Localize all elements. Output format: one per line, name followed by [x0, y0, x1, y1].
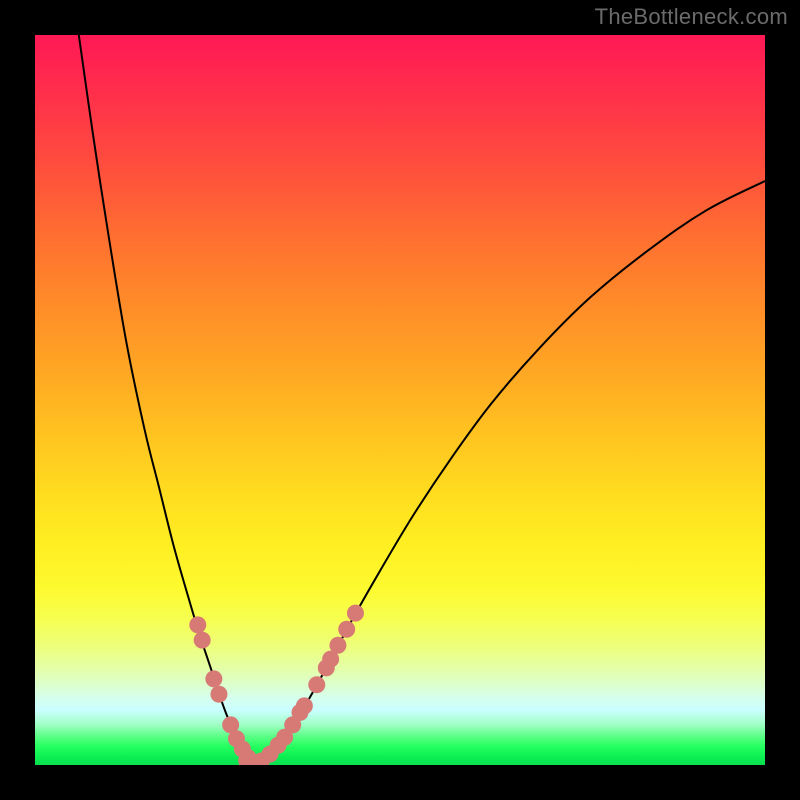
- watermark-text: TheBottleneck.com: [595, 4, 788, 30]
- plot-area: [35, 35, 765, 765]
- chart-svg: [35, 35, 765, 765]
- curve-left-branch: [79, 35, 254, 764]
- bead-left-0: [189, 616, 206, 633]
- chart-frame: TheBottleneck.com: [0, 0, 800, 800]
- bead-right-7: [329, 637, 346, 654]
- bead-bottom-4: [270, 737, 287, 754]
- bead-right-3: [296, 697, 313, 714]
- curve-layer: [79, 35, 765, 764]
- bead-right-4: [308, 676, 325, 693]
- curve-right-branch: [254, 181, 765, 764]
- bead-right-8: [338, 621, 355, 638]
- bead-left-2: [205, 670, 222, 687]
- bead-left-3: [210, 686, 227, 703]
- bead-right-9: [347, 605, 364, 622]
- bead-left-1: [194, 632, 211, 649]
- beads-layer: [189, 605, 364, 765]
